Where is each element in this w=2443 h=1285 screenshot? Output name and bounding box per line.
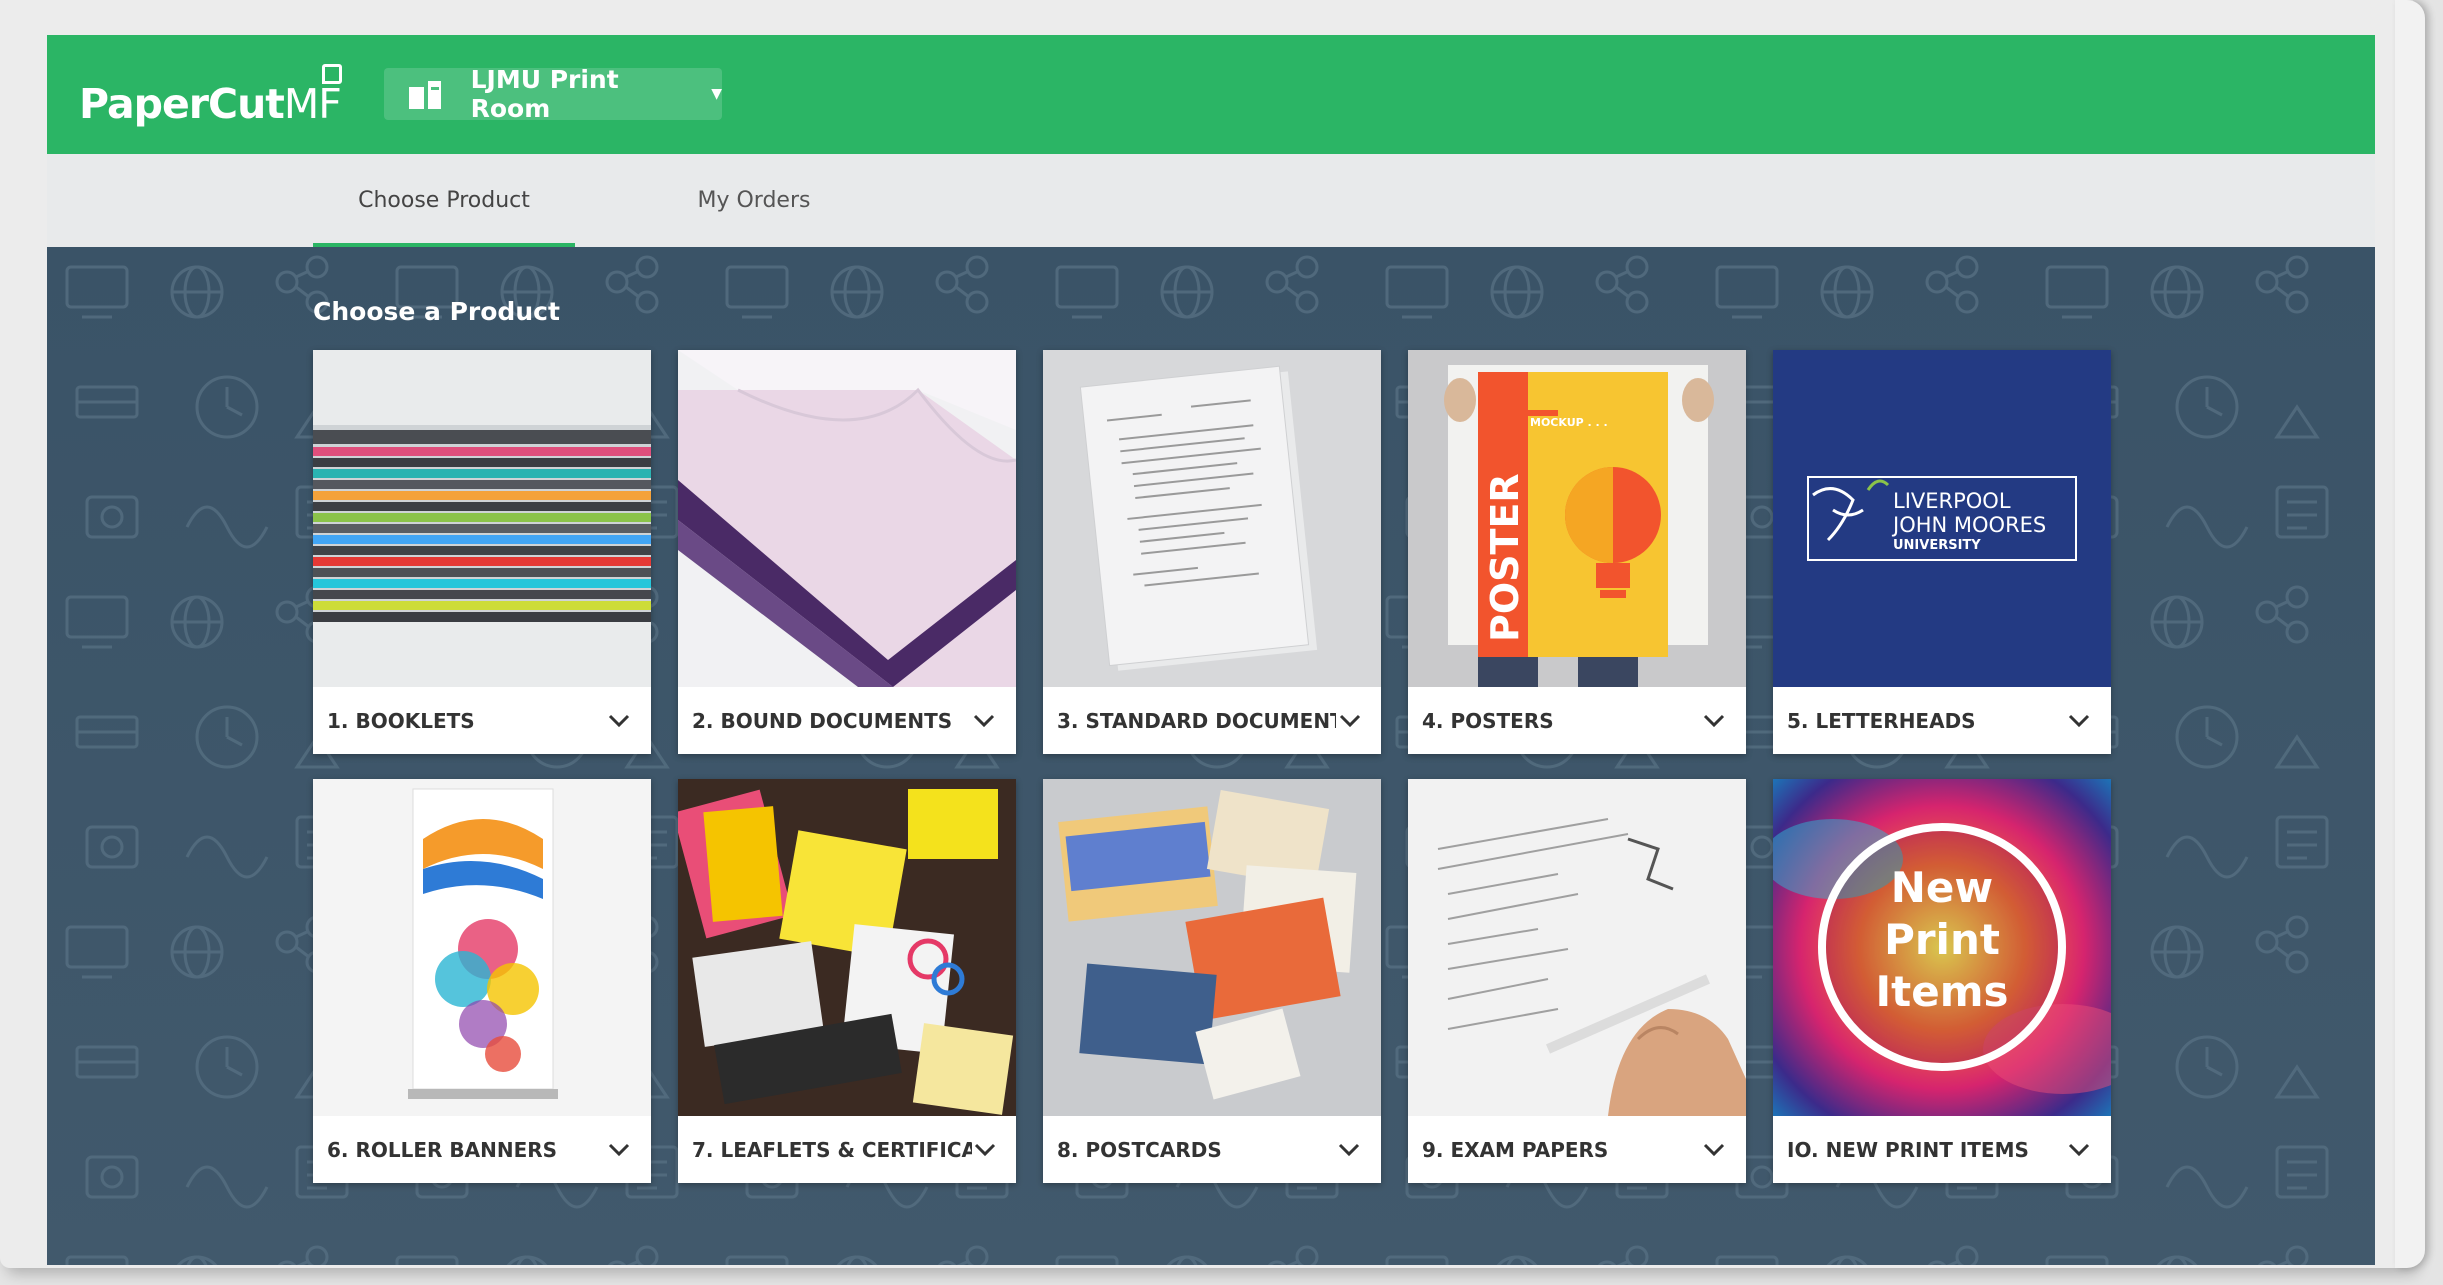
ljmu-line1: LIVERPOOL	[1893, 489, 2011, 513]
product-card-letterheads[interactable]: LIVERPOOL JOHN MOORES UNIVERSITY 5. LETT…	[1773, 350, 2111, 754]
product-label: 6. ROLLER BANNERS	[327, 1137, 558, 1162]
new-items-line3: Items	[1876, 967, 2009, 1016]
app: PaperCutMF LJMU Print Room ▼ Choose Prod…	[47, 35, 2375, 1265]
leaflets-bar: 7. LEAFLETS & CERTIFICA...	[678, 1116, 1016, 1183]
top-bar: PaperCutMF LJMU Print Room ▼	[47, 35, 2375, 154]
papercut-logo: PaperCutMF	[79, 80, 342, 128]
window-edge	[2395, 0, 2425, 1268]
chevron-down-icon[interactable]	[972, 1135, 999, 1165]
logo-suffix: MF	[283, 80, 342, 128]
product-label: 7. LEAFLETS & CERTIFICA...	[692, 1137, 972, 1162]
product-card-exam-papers[interactable]: 9. EXAM PAPERS	[1408, 779, 1746, 1183]
product-label: 1. BOOKLETS	[327, 708, 475, 733]
postcards-image	[1043, 779, 1381, 1116]
bound-documents-bar: 2. BOUND DOCUMENTS	[678, 687, 1016, 754]
product-label: IO. NEW PRINT ITEMS	[1787, 1137, 2029, 1162]
booklets-image	[313, 350, 651, 687]
product-label: 5. LETTERHEADS	[1787, 708, 1976, 733]
ljmu-line2: JOHN MOORES	[1891, 513, 2046, 537]
roller-banners-bar: 6. ROLLER BANNERS	[313, 1116, 651, 1183]
new-print-items-bar: IO. NEW PRINT ITEMS	[1773, 1116, 2111, 1183]
chevron-down-icon[interactable]	[969, 706, 999, 736]
poster-word: POSTER	[1483, 473, 1527, 642]
new-print-items-image: New Print Items	[1773, 779, 2111, 1116]
chevron-down-icon[interactable]	[604, 1135, 634, 1165]
print-room-icon	[409, 79, 442, 109]
product-label: 8. POSTCARDS	[1057, 1137, 1222, 1162]
chevron-down-icon[interactable]	[1336, 706, 1364, 736]
posters-image: POSTER MOCKUP . . .	[1408, 350, 1746, 687]
tab-bar: Choose Product My Orders	[47, 154, 2375, 247]
logo-text: PaperCut	[79, 80, 285, 128]
tab-choose-product[interactable]: Choose Product	[313, 154, 575, 247]
product-card-booklets[interactable]: 1. BOOKLETS	[313, 350, 651, 754]
new-items-line1: New	[1891, 863, 1993, 912]
tab-my-orders[interactable]: My Orders	[627, 154, 881, 247]
product-label: 9. EXAM PAPERS	[1422, 1137, 1609, 1162]
caret-down-icon: ▼	[711, 86, 722, 102]
chevron-down-icon[interactable]	[2064, 1135, 2094, 1165]
chevron-down-icon[interactable]	[1699, 1135, 1729, 1165]
posters-bar: 4. POSTERS	[1408, 687, 1746, 754]
poster-mock-text: MOCKUP . . .	[1530, 416, 1608, 429]
letterheads-image: LIVERPOOL JOHN MOORES UNIVERSITY	[1773, 350, 2111, 687]
standard-documents-image	[1043, 350, 1381, 687]
chevron-down-icon[interactable]	[604, 706, 634, 736]
chevron-down-icon[interactable]	[1699, 706, 1729, 736]
product-card-posters[interactable]: POSTER MOCKUP . . . 4. POSTERS	[1408, 350, 1746, 754]
product-card-leaflets-certificates[interactable]: 7. LEAFLETS & CERTIFICA...	[678, 779, 1016, 1183]
product-label: 4. POSTERS	[1422, 708, 1554, 733]
exam-papers-bar: 9. EXAM PAPERS	[1408, 1116, 1746, 1183]
product-label: 3. STANDARD DOCUMENTS	[1057, 708, 1337, 733]
product-card-standard-documents[interactable]: 3. STANDARD DOCUMENTS	[1043, 350, 1381, 754]
leaflets-image	[678, 779, 1016, 1116]
page-title: Choose a Product	[313, 297, 560, 326]
product-card-postcards[interactable]: 8. POSTCARDS	[1043, 779, 1381, 1183]
product-area: Choose a Product 1. BOOKLETS 2. BOUND DO…	[47, 247, 2375, 1265]
product-card-new-print-items[interactable]: New Print Items IO. NEW PRINT ITEMS	[1773, 779, 2111, 1183]
chevron-down-icon[interactable]	[1334, 1135, 1364, 1165]
bound-documents-image	[678, 350, 1016, 687]
new-items-line2: Print	[1884, 915, 2000, 964]
logo-mark-icon	[322, 64, 342, 84]
product-card-bound-documents[interactable]: 2. BOUND DOCUMENTS	[678, 350, 1016, 754]
chevron-down-icon[interactable]	[2064, 706, 2094, 736]
letterheads-bar: 5. LETTERHEADS	[1773, 687, 2111, 754]
product-card-roller-banners[interactable]: 6. ROLLER BANNERS	[313, 779, 651, 1183]
product-label: 2. BOUND DOCUMENTS	[692, 708, 953, 733]
print-room-label: LJMU Print Room	[470, 65, 619, 123]
postcards-bar: 8. POSTCARDS	[1043, 1116, 1381, 1183]
print-room-selector[interactable]: LJMU Print Room ▼	[384, 65, 722, 123]
exam-papers-image	[1408, 779, 1746, 1116]
standard-documents-bar: 3. STANDARD DOCUMENTS	[1043, 687, 1381, 754]
ljmu-line3: UNIVERSITY	[1893, 538, 1981, 553]
roller-banners-image	[313, 779, 651, 1116]
booklets-bar: 1. BOOKLETS	[313, 687, 651, 754]
